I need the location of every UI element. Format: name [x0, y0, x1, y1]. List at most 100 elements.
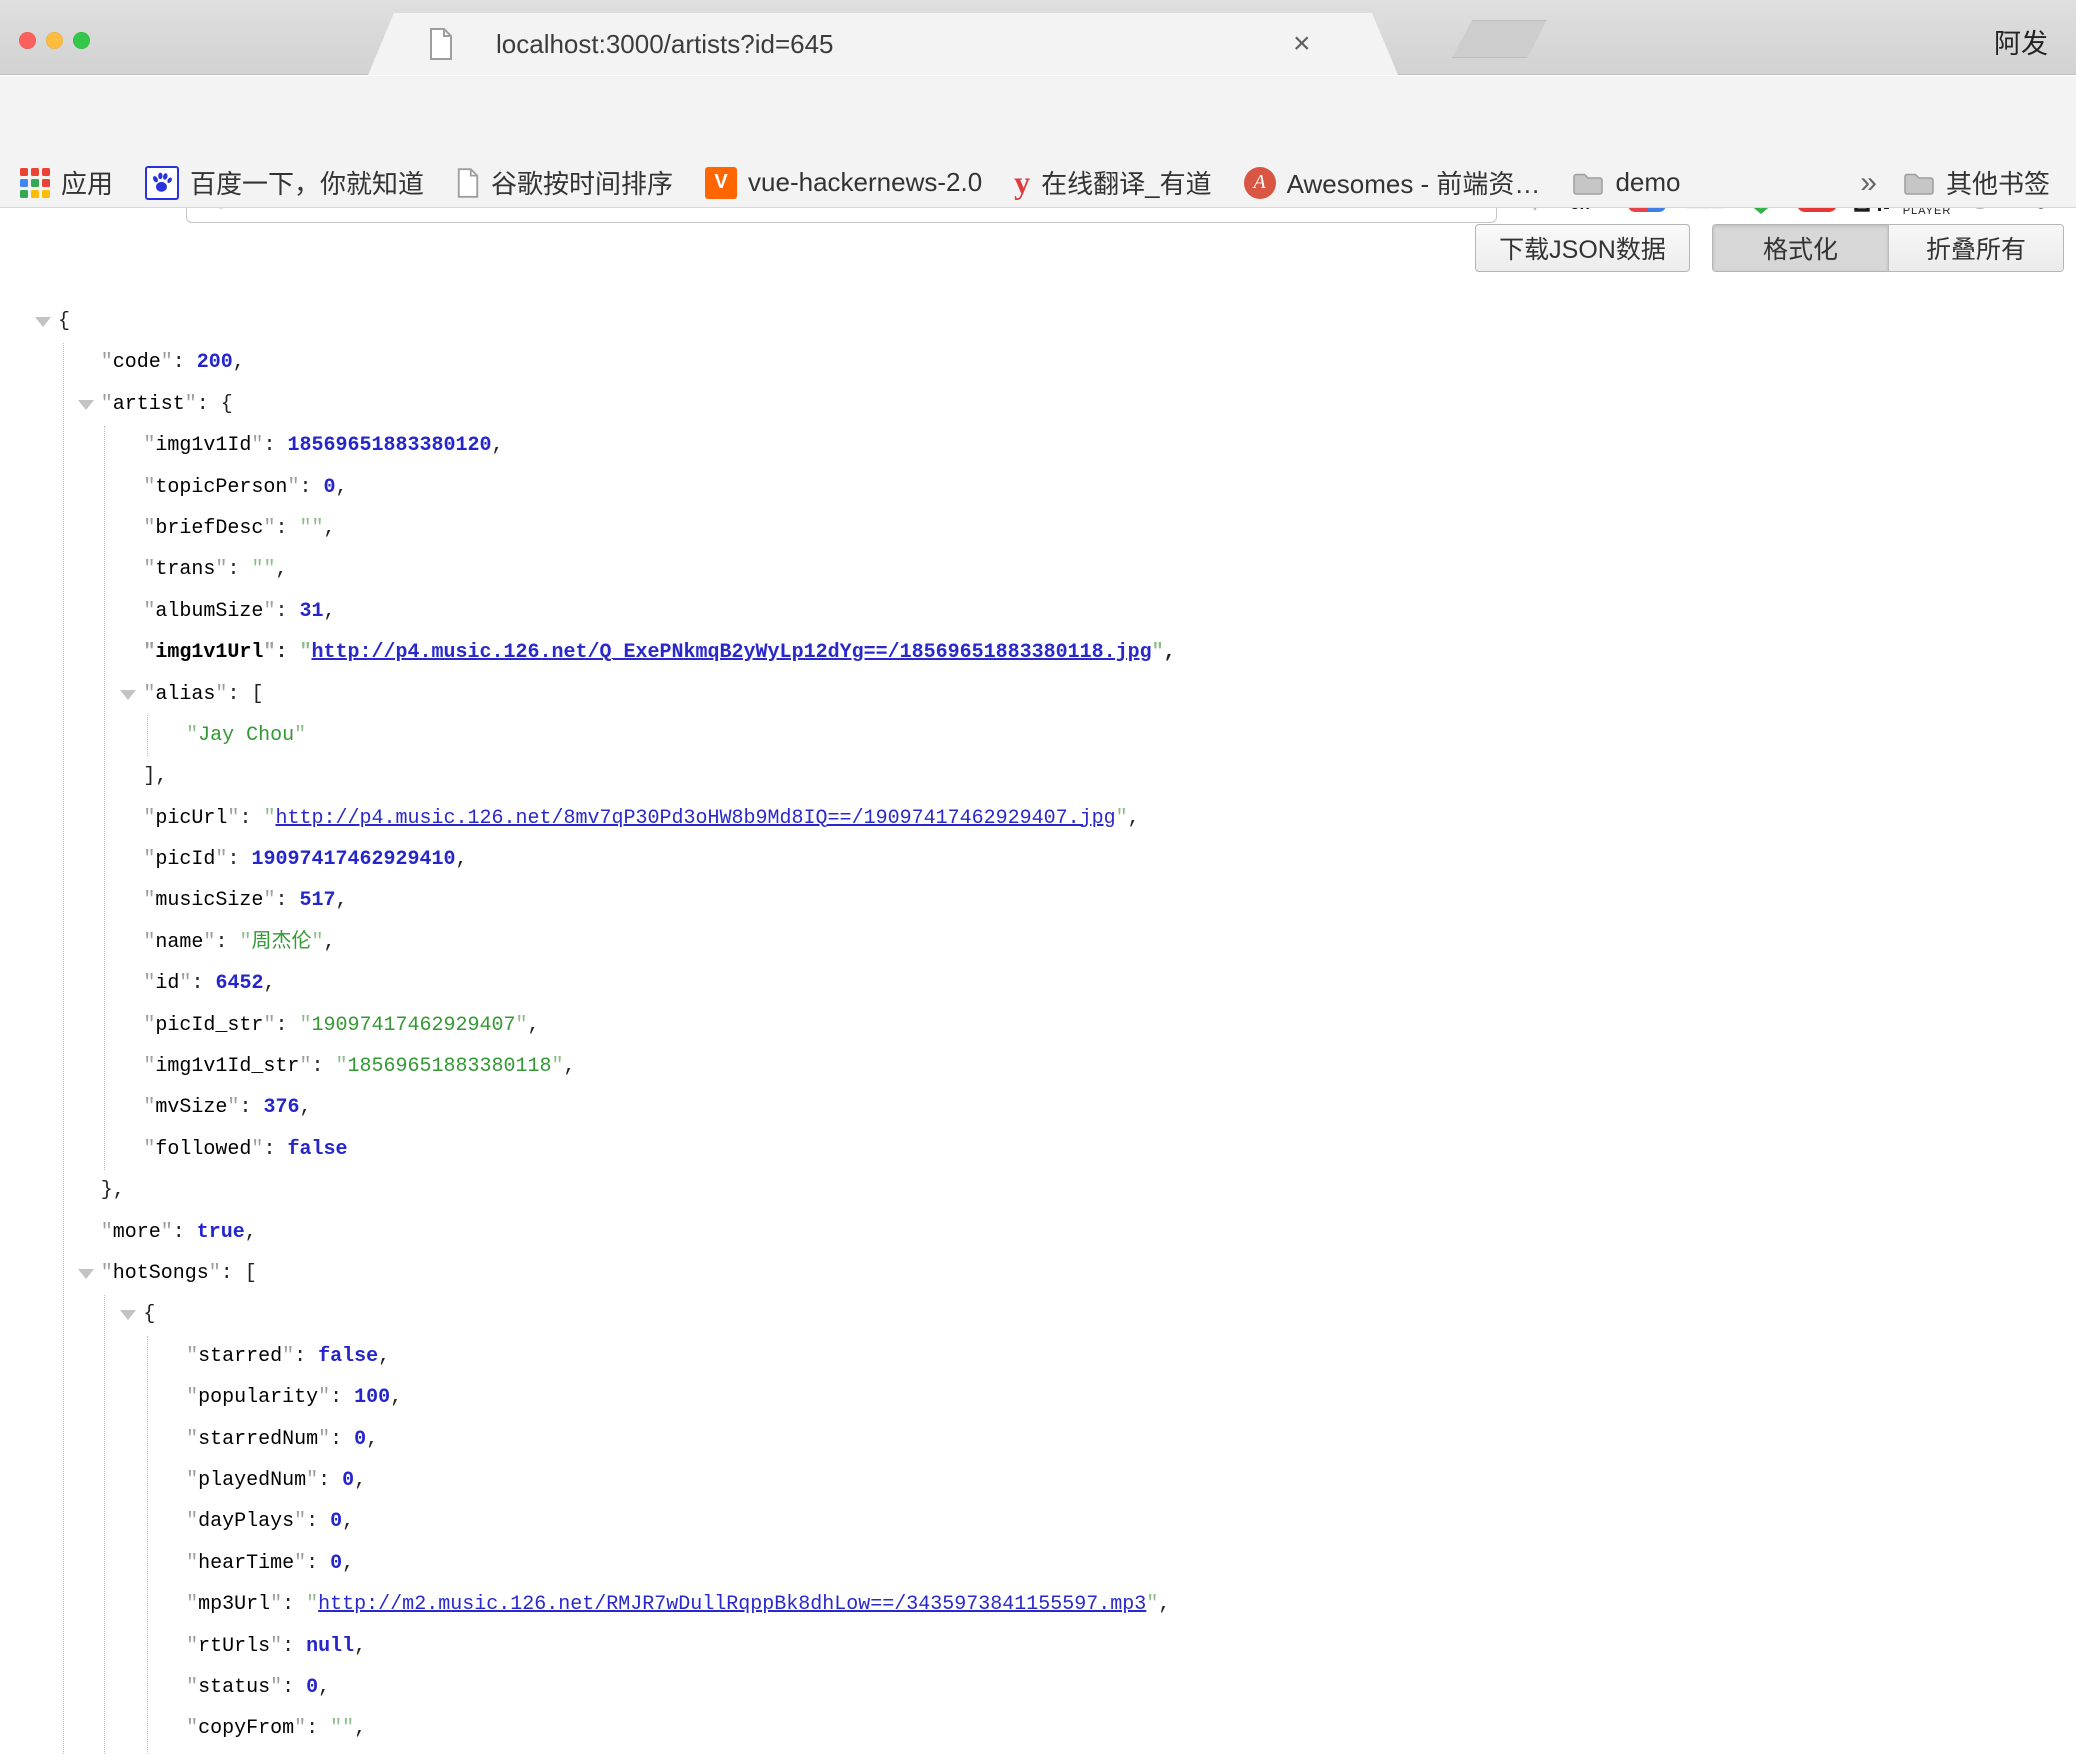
browser-tab[interactable]: localhost:3000/artists?id=645 ×	[368, 13, 1398, 75]
json-line: {	[0, 1294, 2076, 1335]
json-line: "mp3Url": "http://m2.music.126.net/RMJR7…	[0, 1584, 2076, 1625]
quote: "	[299, 641, 311, 664]
json-punctuation: ]	[143, 765, 155, 788]
json-punctuation: :	[306, 1510, 330, 1533]
json-key: picId	[155, 848, 215, 871]
quote: "	[186, 1635, 198, 1658]
json-key: playedNum	[198, 1469, 306, 1492]
quote: "	[161, 1221, 173, 1244]
json-punctuation: ,	[323, 600, 335, 623]
json-punctuation: {	[221, 393, 233, 416]
collapse-arrow-icon[interactable]	[120, 1310, 136, 1320]
quote: "	[270, 1676, 282, 1699]
json-line: "rtUrls": null,	[0, 1626, 2076, 1667]
quote: "	[186, 1552, 198, 1575]
json-line: "copyFrom": "",	[0, 1708, 2076, 1749]
json-line: "popularity": 100,	[0, 1377, 2076, 1418]
download-json-button[interactable]: 下载JSON数据	[1475, 224, 1690, 272]
json-viewer: {"code": 200,"artist": {"img1v1Id": 1856…	[0, 301, 2076, 1754]
quote: "	[299, 1014, 311, 1037]
json-punctuation: ,	[564, 1055, 576, 1078]
json-punctuation: :	[282, 1676, 306, 1699]
json-string: 18569651883380118	[347, 1055, 551, 1078]
json-punctuation: [	[251, 683, 263, 706]
format-button[interactable]: 格式化	[1713, 225, 1888, 271]
json-number: 0	[330, 1552, 342, 1575]
json-key: name	[155, 931, 203, 954]
collapse-arrow-icon[interactable]	[78, 1269, 94, 1279]
json-url-link[interactable]: http://p4.music.126.net/8mv7qP30Pd3oHW8b…	[275, 807, 1115, 830]
bookmarks-overflow-chevron[interactable]: »	[1860, 166, 1877, 200]
json-key: trans	[155, 558, 215, 581]
bookmark-folder-demo[interactable]: demo	[1572, 167, 1680, 198]
json-punctuation: ,	[1128, 807, 1140, 830]
json-punctuation: :	[306, 1717, 330, 1740]
bookmark-baidu[interactable]: 百度一下，你就知道	[145, 164, 424, 201]
json-line: "musicSize": 517,	[0, 880, 2076, 921]
other-bookmarks-folder[interactable]: 其他书签	[1903, 164, 2050, 201]
quote: "	[185, 393, 197, 416]
json-url-link[interactable]: http://p4.music.126.net/Q_ExePNkmqB2yWyL…	[311, 641, 1151, 664]
json-number: 100	[354, 1386, 390, 1409]
json-line: {	[0, 301, 2076, 342]
quote: "	[186, 1717, 198, 1740]
json-key: artist	[113, 393, 185, 416]
json-punctuation: ,	[323, 931, 335, 954]
json-punctuation: :	[173, 1221, 197, 1244]
new-tab-button[interactable]	[1452, 20, 1547, 58]
collapse-arrow-icon[interactable]	[78, 400, 94, 410]
json-punctuation: ,	[318, 1676, 330, 1699]
bookmark-apps[interactable]: 应用	[20, 164, 113, 201]
bookmark-youdao[interactable]: y 在线翻译_有道	[1014, 164, 1211, 201]
json-key: code	[113, 351, 161, 374]
quote: "	[263, 889, 275, 912]
json-punctuation: :	[294, 1345, 318, 1368]
bookmarks-bar: 应用 百度一下，你就知道 谷歌按时间排序 V v	[0, 158, 2076, 208]
json-url-link[interactable]: http://m2.music.126.net/RMJR7wDullRqppBk…	[318, 1593, 1146, 1616]
tab-close-icon[interactable]: ×	[1293, 26, 1311, 62]
folder-icon	[1903, 170, 1935, 196]
bookmark-vue-hackernews[interactable]: V vue-hackernews-2.0	[705, 167, 982, 199]
quote: "	[342, 1717, 354, 1740]
json-punctuation: ,	[299, 1096, 311, 1119]
quote: "	[101, 351, 113, 374]
json-key: status	[198, 1676, 270, 1699]
json-line: "alias": [	[0, 674, 2076, 715]
quote: "	[143, 931, 155, 954]
quote: "	[263, 600, 275, 623]
json-punctuation: ,	[354, 1717, 366, 1740]
quote: "	[227, 807, 239, 830]
quote: "	[186, 1386, 198, 1409]
quote: "	[1116, 807, 1128, 830]
quote: "	[143, 807, 155, 830]
json-number: 6452	[215, 972, 263, 995]
quote: "	[294, 1717, 306, 1740]
quote: "	[227, 1096, 239, 1119]
json-line: "starredNum": 0,	[0, 1419, 2076, 1460]
json-punctuation: ,	[378, 1345, 390, 1368]
bookmark-awesomes[interactable]: A Awesomes - 前端资…	[1244, 164, 1541, 201]
bookmark-google-sort[interactable]: 谷歌按时间排序	[456, 164, 673, 201]
close-window-button[interactable]	[19, 32, 36, 49]
collapse-arrow-icon[interactable]	[120, 690, 136, 700]
minimize-window-button[interactable]	[46, 32, 63, 49]
json-line: "trans": "",	[0, 549, 2076, 590]
quote: "	[143, 1055, 155, 1078]
tab-strip: localhost:3000/artists?id=645 × 阿发	[0, 0, 2076, 75]
profile-name[interactable]: 阿发	[1994, 22, 2048, 61]
quote: "	[143, 972, 155, 995]
collapse-all-button[interactable]: 折叠所有	[1888, 225, 2063, 271]
json-punctuation: :	[299, 476, 323, 499]
maximize-window-button[interactable]	[73, 32, 90, 49]
quote: "	[186, 724, 198, 747]
json-punctuation: ,	[456, 848, 468, 871]
json-line: "Jay Chou"	[0, 715, 2076, 756]
json-number: null	[306, 1635, 354, 1658]
quote: "	[1152, 641, 1164, 664]
quote: "	[318, 1428, 330, 1451]
json-punctuation: :	[239, 807, 263, 830]
json-punctuation: :	[318, 1469, 342, 1492]
json-line: "hearTime": 0,	[0, 1543, 2076, 1584]
collapse-arrow-icon[interactable]	[35, 317, 51, 327]
quote: "	[143, 1138, 155, 1161]
